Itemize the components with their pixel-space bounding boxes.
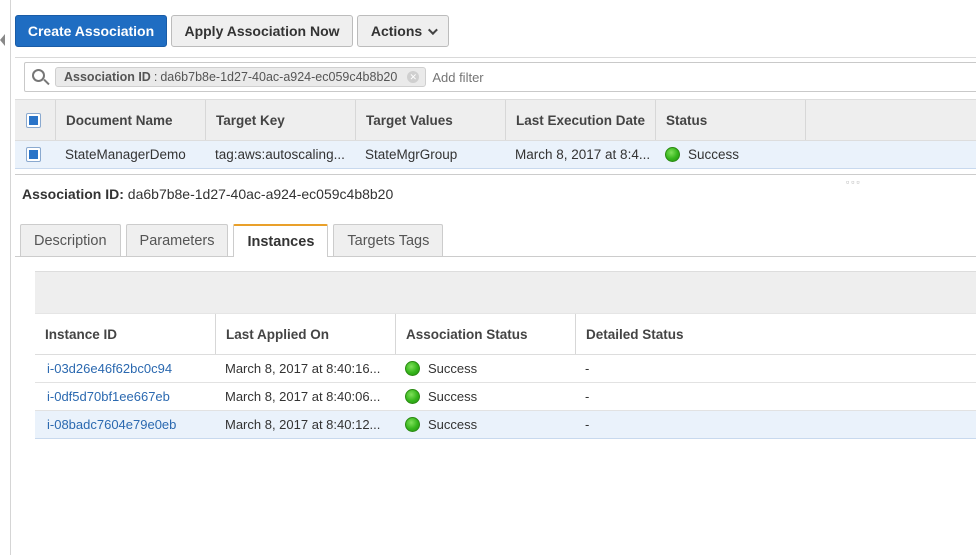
chevron-down-icon xyxy=(428,24,439,35)
last-applied-cell: March 8, 2017 at 8:40:12... xyxy=(225,417,381,432)
clear-token-icon[interactable]: ✕ xyxy=(407,71,420,83)
actions-dropdown-button[interactable]: Actions xyxy=(357,15,449,47)
instance-id-link[interactable]: i-0df5d70bf1ee667eb xyxy=(47,389,170,404)
column-target-values[interactable]: Target Values xyxy=(355,100,505,140)
detail-tabs: Description Parameters Instances Targets… xyxy=(20,224,444,257)
table-row[interactable]: StateManagerDemo tag:aws:autoscaling... … xyxy=(15,141,976,169)
column-last-execution-date[interactable]: Last Execution Date xyxy=(505,100,655,140)
column-instance-id[interactable]: Instance ID xyxy=(35,314,215,354)
association-status-cell: Success xyxy=(395,383,575,410)
detailed-status-cell: - xyxy=(585,417,590,432)
detail-title: Association ID: da6b7b8e-1d27-40ac-a924-… xyxy=(22,186,393,202)
tab-instances[interactable]: Instances xyxy=(233,224,329,257)
column-target-key[interactable]: Target Key xyxy=(205,100,355,140)
instance-id-link[interactable]: i-08badc7604e79e0eb xyxy=(47,417,176,432)
status-success-icon xyxy=(405,361,420,376)
toolbar-divider xyxy=(15,57,976,58)
status-text: Success xyxy=(428,389,478,404)
association-status-cell: Success xyxy=(395,411,575,438)
association-status-cell: Success xyxy=(395,355,575,382)
table-row[interactable]: i-0df5d70bf1ee667eb March 8, 2017 at 8:4… xyxy=(35,383,976,411)
column-last-applied-on[interactable]: Last Applied On xyxy=(215,314,395,354)
table-row[interactable]: i-03d26e46f62bc0c94 March 8, 2017 at 8:4… xyxy=(35,355,976,383)
instances-table-header: Instance ID Last Applied On Association … xyxy=(35,313,976,355)
detail-association-id: da6b7b8e-1d27-40ac-a924-ec059c4b8b20 xyxy=(127,186,394,202)
collapse-arrow-icon[interactable] xyxy=(0,34,5,46)
select-all-cell xyxy=(15,100,55,140)
filter-token-key: Association ID xyxy=(64,70,151,84)
instance-id-link[interactable]: i-03d26e46f62bc0c94 xyxy=(47,361,172,376)
toolbar: Create Association Apply Association Now… xyxy=(15,15,449,47)
instances-table-toolbar xyxy=(35,271,976,313)
status-text: Success xyxy=(428,417,478,432)
filter-token-separator: : xyxy=(153,70,158,84)
tabs-baseline xyxy=(15,256,976,257)
actions-label: Actions xyxy=(370,23,423,39)
document-name-cell: StateManagerDemo xyxy=(65,147,186,162)
detailed-status-cell: - xyxy=(585,389,590,404)
filter-token[interactable]: Association ID : da6b7b8e-1d27-40ac-a924… xyxy=(55,67,427,87)
status-cell: Success xyxy=(655,141,805,168)
instance-id-cell: i-08badc7604e79e0eb xyxy=(35,411,215,438)
tab-description[interactable]: Description xyxy=(20,224,121,256)
instance-id-cell: i-0df5d70bf1ee667eb xyxy=(35,383,215,410)
row-spacer xyxy=(805,141,976,168)
status-text: Success xyxy=(688,147,740,162)
filter-bar[interactable]: Association ID : da6b7b8e-1d27-40ac-a924… xyxy=(24,62,976,92)
column-status[interactable]: Status xyxy=(655,100,805,140)
status-text: Success xyxy=(428,361,478,376)
last-applied-cell: March 8, 2017 at 8:40:16... xyxy=(225,361,381,376)
associations-table-header: Document Name Target Key Target Values L… xyxy=(15,99,976,141)
target-key-cell: tag:aws:autoscaling... xyxy=(215,147,345,162)
add-filter-input[interactable] xyxy=(432,69,733,85)
column-association-status[interactable]: Association Status xyxy=(395,314,575,354)
table-row[interactable]: i-08badc7604e79e0eb March 8, 2017 at 8:4… xyxy=(35,411,976,439)
create-association-button[interactable]: Create Association xyxy=(15,15,167,47)
row-checkbox[interactable] xyxy=(26,147,41,162)
resize-grip-icon[interactable]: ▫▫▫ xyxy=(846,177,862,187)
panel-divider xyxy=(15,174,976,175)
tab-targets-tags[interactable]: Targets Tags xyxy=(333,224,444,256)
search-icon[interactable] xyxy=(25,63,55,91)
last-applied-cell: March 8, 2017 at 8:40:06... xyxy=(225,389,381,404)
column-detailed-status[interactable]: Detailed Status xyxy=(575,314,976,354)
select-all-checkbox[interactable] xyxy=(26,112,41,128)
left-rail xyxy=(0,0,11,555)
status-success-icon xyxy=(405,389,420,404)
target-values-cell: StateMgrGroup xyxy=(365,147,458,162)
instance-id-cell: i-03d26e46f62bc0c94 xyxy=(35,355,215,382)
column-spacer xyxy=(805,100,976,140)
status-success-icon xyxy=(665,147,680,162)
instances-table: Instance ID Last Applied On Association … xyxy=(35,271,976,439)
tab-parameters[interactable]: Parameters xyxy=(125,224,229,256)
column-document-name[interactable]: Document Name xyxy=(55,100,205,140)
filter-token-value: da6b7b8e-1d27-40ac-a924-ec059c4b8b20 xyxy=(160,70,398,84)
detailed-status-cell: - xyxy=(585,361,590,376)
last-execution-date-cell: March 8, 2017 at 8:4... xyxy=(515,147,651,162)
detail-label: Association ID: xyxy=(22,186,124,202)
apply-association-now-button[interactable]: Apply Association Now xyxy=(171,15,353,47)
status-success-icon xyxy=(405,417,420,432)
row-select-cell xyxy=(15,141,55,168)
associations-table: Document Name Target Key Target Values L… xyxy=(15,99,976,169)
